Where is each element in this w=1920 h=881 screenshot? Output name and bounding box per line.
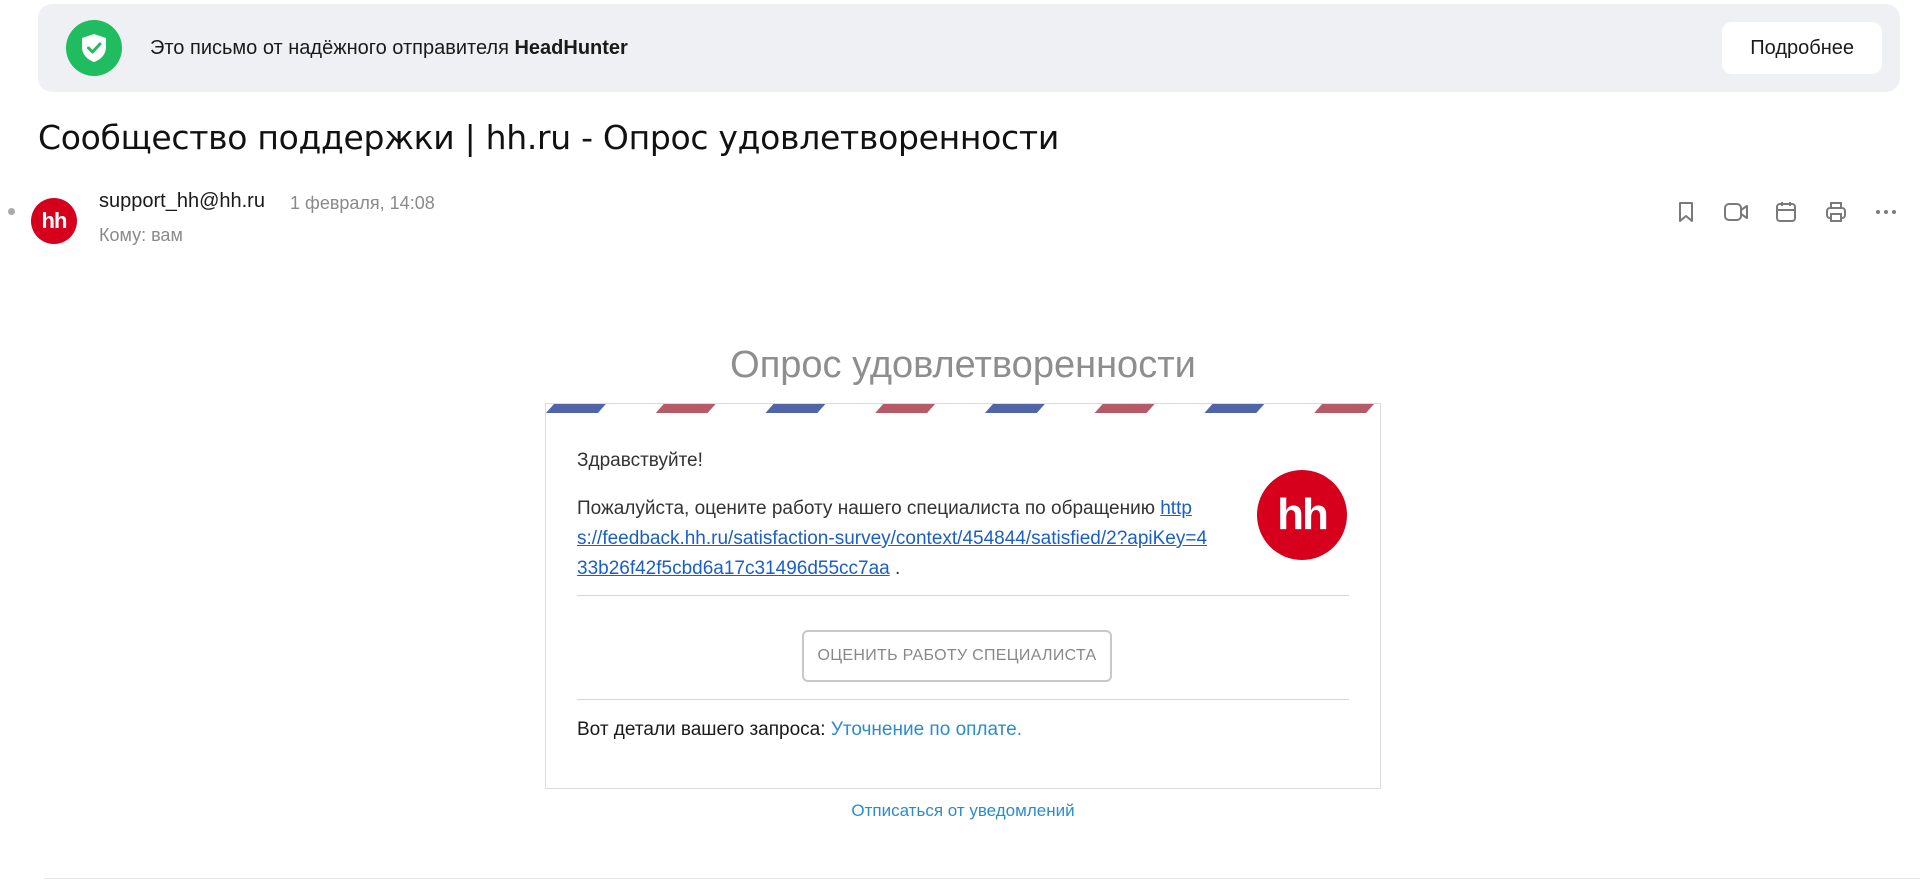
divider <box>577 699 1349 700</box>
survey-message: Пожалуйста, оцените работу нашего специа… <box>577 494 1217 584</box>
survey-title: Опрос удовлетворенности <box>730 344 1196 386</box>
video-call-icon[interactable] <box>1722 198 1750 226</box>
banner-text-prefix: Это письмо от надёжного отправителя <box>150 36 509 59</box>
bookmark-icon[interactable] <box>1672 198 1700 226</box>
survey-card: Здравствуйте! Пожалуйста, оцените работу… <box>545 403 1381 789</box>
request-details-link[interactable]: Уточнение по оплате. <box>831 719 1022 740</box>
hh-logo: hh <box>1257 470 1347 560</box>
greeting-text: Здравствуйте! <box>577 450 703 471</box>
unread-dot[interactable] <box>8 208 15 215</box>
avatar[interactable]: hh <box>31 198 77 244</box>
shield-check-icon <box>66 20 122 76</box>
rate-specialist-button[interactable]: ОЦЕНИТЬ РАБОТУ СПЕЦИАЛИСТА <box>802 630 1112 682</box>
link-suffix: . <box>889 558 901 579</box>
email-actions <box>1672 198 1900 226</box>
more-icon[interactable] <box>1872 198 1900 226</box>
unsubscribe-link[interactable]: Отписаться от уведомлений <box>545 801 1381 821</box>
sender-address[interactable]: support_hh@hh.ru <box>99 190 265 213</box>
trusted-sender-banner: Это письмо от надёжного отправителя Head… <box>38 4 1900 92</box>
details-prefix: Вот детали вашего запроса: <box>577 719 831 740</box>
airmail-stripes <box>546 404 1375 413</box>
message-text: Пожалуйста, оцените работу нашего специа… <box>577 498 1155 519</box>
print-icon[interactable] <box>1822 198 1850 226</box>
request-details: Вот детали вашего запроса: Уточнение по … <box>577 719 1022 741</box>
recipient-line[interactable]: Кому: вам <box>99 225 183 246</box>
email-date: 1 февраля, 14:08 <box>290 193 435 213</box>
calendar-icon[interactable] <box>1772 198 1800 226</box>
banner-sender-brand: HeadHunter <box>514 36 628 59</box>
divider <box>577 595 1349 596</box>
email-subject: Сообщество поддержки | hh.ru - Опрос удо… <box>38 118 1059 157</box>
divider <box>44 878 1920 879</box>
more-info-button[interactable]: Подробнее <box>1722 22 1882 74</box>
banner-text: Это письмо от надёжного отправителя Head… <box>150 37 628 60</box>
